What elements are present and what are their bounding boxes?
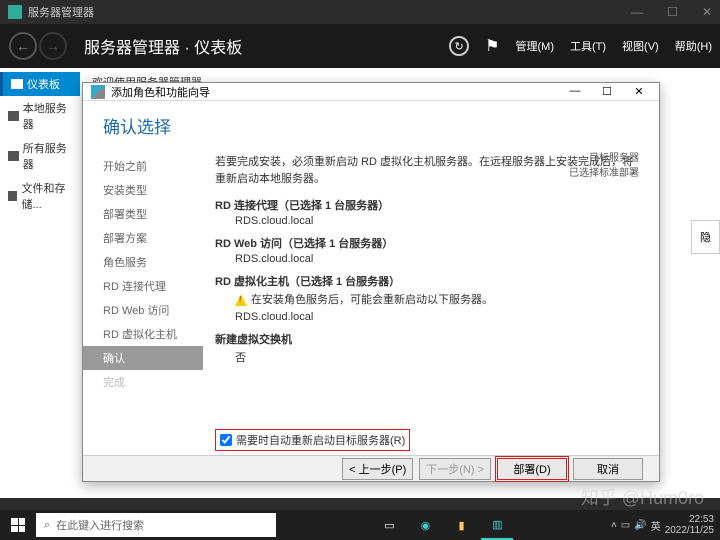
system-tray: ˄ ▭ 🔊 英 22:53 2022/11/25 [611,514,720,536]
nav-done: 完成 [83,370,203,394]
servers-icon [8,151,19,161]
main-titlebar: 服务器管理器 — ☐ ✕ [0,0,720,24]
tray-lang[interactable]: 英 [651,518,661,533]
dialog-target-info: 目标服务器 已选择标准部署 [569,149,639,179]
close-button[interactable]: ✕ [702,5,712,19]
nav-deploy-type[interactable]: 部署类型 [83,202,203,226]
menu-help[interactable]: 帮助(H) [675,38,712,54]
storage-icon [8,191,17,201]
dialog-minimize[interactable]: — [563,83,587,100]
cancel-button[interactable]: 取消 [573,458,643,480]
dialog-title: 添加角色和功能向导 [111,84,563,100]
section-virt-label: RD 虚拟化主机（已选择 1 台服务器） [215,273,643,289]
section-virt-warn: 在安装角色服务后，可能会重新启动以下服务器。 [235,291,643,307]
dialog-maximize[interactable]: ☐ [595,83,619,100]
menu-view[interactable]: 视图(V) [622,38,659,54]
taskbar-search[interactable]: ⌕ 在此键入进行搜索 [36,513,276,537]
deploy-button[interactable]: 部署(D) [497,458,567,480]
start-button[interactable] [0,510,36,540]
tray-volume-icon[interactable]: 🔊 [634,520,646,531]
maximize-button[interactable]: ☐ [667,5,678,19]
task-view-icon[interactable]: ▭ [373,510,405,540]
server-icon [8,111,19,121]
section-broker-label: RD 连接代理（已选择 1 台服务器） [215,197,643,213]
nav-deploy-plan[interactable]: 部署方案 [83,226,203,250]
app-title: 服务器管理器 [28,4,631,20]
menu-tools[interactable]: 工具(T) [570,38,606,54]
app-icon [8,5,22,19]
auto-restart-input[interactable] [220,434,232,446]
header-title: 服务器管理器 · 仪表板 [84,34,449,58]
section-web-value: RDS.cloud.local [235,253,643,265]
nav-before[interactable]: 开始之前 [83,154,203,178]
server-manager-icon[interactable]: ▥ [481,510,513,540]
minimize-button[interactable]: — [631,5,643,19]
flag-icon[interactable]: ⚑ [485,36,499,56]
section-virt-value: RDS.cloud.local [235,311,643,323]
tray-network-icon[interactable]: ▭ [621,520,630,531]
nav-role-svc[interactable]: 角色服务 [83,250,203,274]
sidebar-item-dashboard[interactable]: 仪表板 [0,72,80,96]
search-icon: ⌕ [44,519,50,532]
header-bar: ← → 服务器管理器 · 仪表板 ↻ ⚑ 管理(M) 工具(T) 视图(V) 帮… [0,24,720,68]
back-button[interactable]: ← [9,32,37,60]
dialog-footer: < 上一步(P) 下一步(N) > 部署(D) 取消 [83,455,659,481]
sidebar-item-all[interactable]: 所有服务器 [0,136,80,176]
menu-manage[interactable]: 管理(M) [516,38,555,54]
hide-panel-button[interactable]: 隐 [691,220,720,254]
section-web-label: RD Web 访问（已选择 1 台服务器） [215,235,643,251]
tray-clock[interactable]: 22:53 2022/11/25 [665,514,714,536]
section-switch-label: 新建虚拟交换机 [215,331,643,347]
refresh-icon[interactable]: ↻ [449,36,469,56]
sidebar-item-local[interactable]: 本地服务器 [0,96,80,136]
windows-icon [11,518,25,532]
sidebar: 仪表板 本地服务器 所有服务器 文件和存储... [0,68,80,498]
section-broker-value: RDS.cloud.local [235,215,643,227]
nav-rd-broker[interactable]: RD 连接代理 [83,274,203,298]
wizard-dialog: 添加角色和功能向导 — ☐ ✕ 确认选择 目标服务器 已选择标准部署 开始之前 … [82,82,660,482]
tray-chevron[interactable]: ˄ [611,520,617,531]
forward-button[interactable]: → [39,32,67,60]
nav-install-type[interactable]: 安装类型 [83,178,203,202]
dialog-icon [91,85,105,99]
taskbar: ⌕ 在此键入进行搜索 ▭ ◉ ▮ ▥ ˄ ▭ 🔊 英 22:53 2022/11… [0,510,720,540]
next-button: 下一步(N) > [419,458,491,480]
nav-confirm[interactable]: 确认 [83,346,203,370]
auto-restart-checkbox[interactable]: 需要时自动重新启动目标服务器(R) [215,429,410,451]
dashboard-icon [11,79,23,89]
dialog-main: 若要完成安装，必须重新启动 RD 虚拟化主机服务器。在远程服务器上安装完成后，将… [203,150,659,455]
edge-icon[interactable]: ◉ [409,510,441,540]
dialog-main-title: 确认选择 [103,113,639,138]
prev-button[interactable]: < 上一步(P) [342,458,413,480]
nav-rd-web[interactable]: RD Web 访问 [83,298,203,322]
nav-rd-virt[interactable]: RD 虚拟化主机 [83,322,203,346]
dialog-nav: 开始之前 安装类型 部署类型 部署方案 角色服务 RD 连接代理 RD Web … [83,150,203,455]
section-switch-value: 否 [235,349,643,365]
dialog-close[interactable]: ✕ [627,83,651,100]
explorer-icon[interactable]: ▮ [445,510,477,540]
dialog-titlebar: 添加角色和功能向导 — ☐ ✕ [83,83,659,101]
warning-icon [235,294,247,306]
sidebar-item-storage[interactable]: 文件和存储... [0,176,80,216]
